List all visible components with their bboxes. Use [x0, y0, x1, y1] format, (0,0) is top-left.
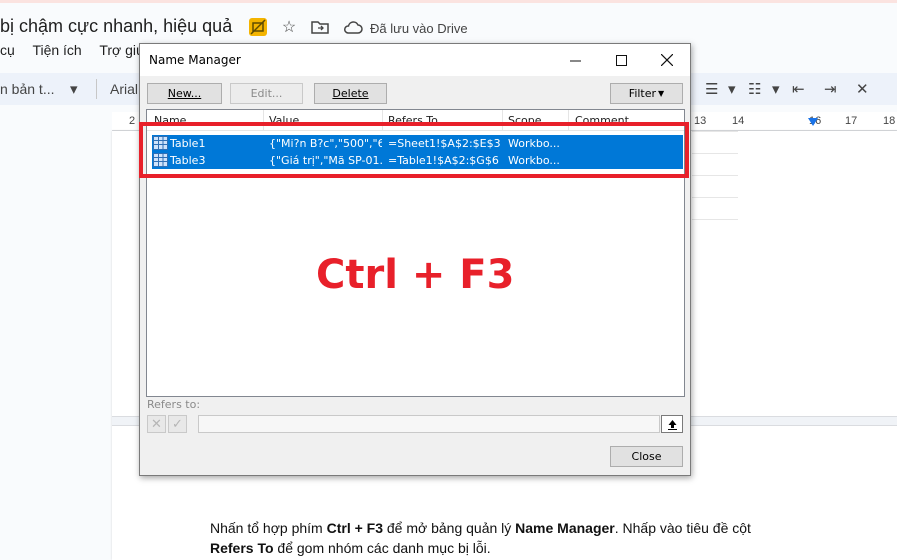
chevron-down-icon[interactable]: ▾ — [70, 79, 78, 99]
document-title[interactable]: bị chậm cực nhanh, hiệu quả — [0, 16, 232, 37]
caption-text: để mở bảng quản lý — [383, 520, 516, 536]
minimize-icon[interactable] — [552, 44, 598, 76]
chevron-down-icon[interactable]: ▾ — [728, 79, 736, 99]
table-gridlines — [692, 131, 738, 241]
ruler-number: 14 — [732, 115, 745, 127]
bulleted-list-icon[interactable]: ☰ — [705, 79, 718, 99]
ruler-number: 18 — [883, 115, 896, 127]
menu-bar: cụ Tiện ích Trợ giú — [0, 42, 158, 58]
menu-extensions[interactable]: Tiện ích — [32, 42, 81, 58]
font-select[interactable]: Arial — [110, 81, 138, 97]
saved-status: Đã lưu vào Drive — [370, 21, 468, 36]
ruler-number: 17 — [845, 115, 858, 127]
slides-shortcut-icon[interactable] — [247, 16, 269, 38]
numbered-list-icon[interactable]: ☷ — [748, 79, 761, 99]
filter-button[interactable]: Filter ▼ — [610, 83, 683, 104]
move-folder-icon[interactable] — [309, 16, 331, 38]
cancel-edit-icon[interactable]: ✕ — [147, 415, 166, 433]
selection-highlight-box — [139, 122, 689, 178]
filter-label: Filter — [628, 87, 657, 100]
refers-to-input[interactable] — [198, 415, 660, 433]
caption-paragraph[interactable]: Nhấn tổ hợp phím Ctrl + F3 để mở bảng qu… — [210, 518, 810, 558]
dropdown-arrow-icon: ▼ — [658, 89, 665, 98]
caption-bold: Name Manager — [515, 520, 615, 536]
delete-button[interactable]: Delete — [314, 83, 387, 104]
dialog-titlebar[interactable]: Name Manager — [140, 44, 690, 76]
caption-bold: Refers To — [210, 540, 274, 556]
menu-tools[interactable]: cụ — [0, 42, 15, 58]
clear-formatting-icon[interactable]: ✕ — [856, 79, 869, 99]
new-button[interactable]: New... — [147, 83, 222, 104]
increase-indent-icon[interactable]: ⇥ — [824, 79, 837, 99]
cloud-saved-icon[interactable] — [342, 16, 364, 38]
ruler-number: 2 — [129, 115, 136, 127]
indent-marker[interactable] — [808, 118, 818, 126]
decrease-indent-icon[interactable]: ⇤ — [792, 79, 805, 99]
caption-bold: Ctrl + F3 — [326, 520, 383, 536]
toolbar-divider — [96, 79, 97, 99]
refers-to-label: Refers to: — [147, 398, 201, 411]
dialog-title: Name Manager — [149, 53, 241, 67]
edit-button[interactable]: Edit... — [230, 83, 303, 104]
close-icon[interactable] — [644, 44, 690, 76]
caption-text: . Nhấp vào tiêu đề cột — [614, 520, 751, 536]
style-select[interactable]: n bản t... — [0, 81, 54, 97]
caption-text: để gom nhóm các danh mục bị lỗi. — [273, 540, 491, 556]
chevron-down-icon[interactable]: ▾ — [772, 79, 780, 99]
maximize-icon[interactable] — [598, 44, 644, 76]
top-accent-line — [0, 0, 897, 3]
confirm-edit-icon[interactable]: ✓ — [168, 415, 187, 433]
menu-help[interactable]: Trợ giú — [99, 42, 143, 58]
shortcut-annotation: Ctrl + F3 — [316, 252, 515, 298]
ruler-number: 13 — [694, 115, 707, 127]
collapse-dialog-icon[interactable] — [661, 415, 683, 433]
close-button[interactable]: Close — [610, 446, 683, 467]
star-icon[interactable]: ☆ — [278, 16, 300, 38]
caption-text: Nhấn tổ hợp phím — [210, 520, 327, 536]
